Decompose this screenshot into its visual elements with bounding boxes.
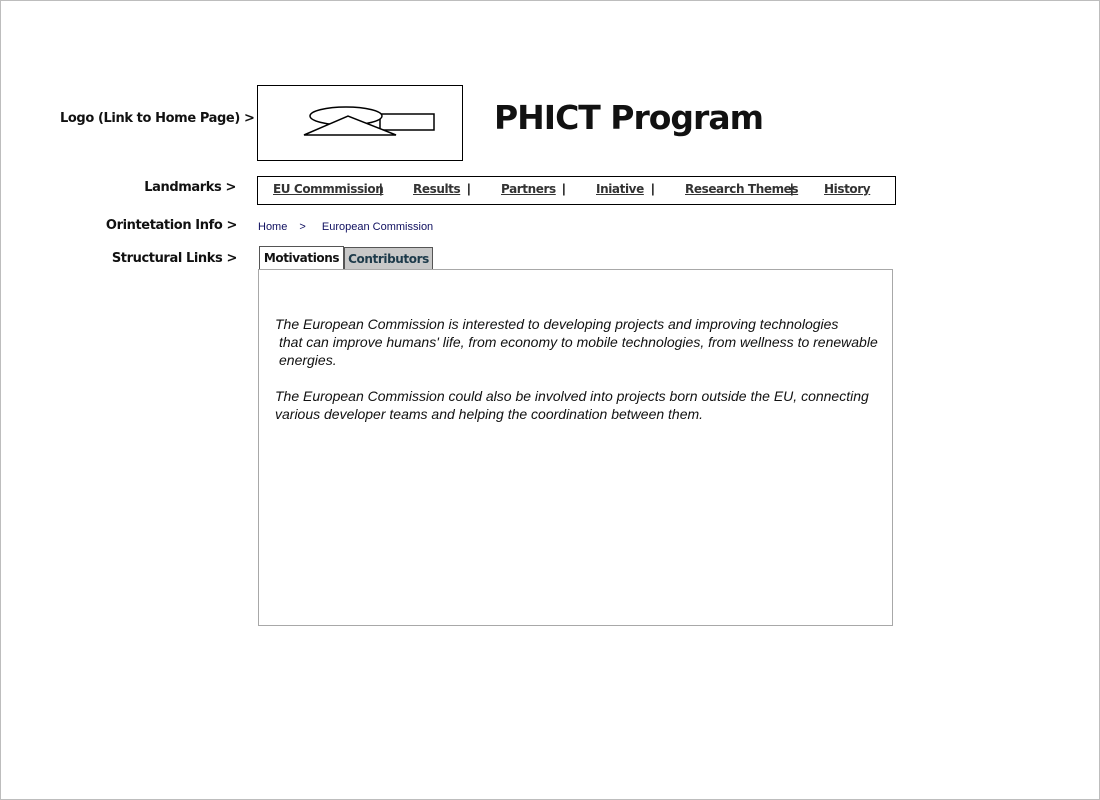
- nav-link-partners[interactable]: Partners: [501, 182, 556, 196]
- nav-link-history[interactable]: History: [824, 182, 871, 196]
- nav-separator: |: [379, 181, 383, 196]
- nav-link-research-themes[interactable]: Research Themes: [685, 182, 799, 196]
- tab-motivations[interactable]: Motivations: [259, 246, 344, 269]
- landmarks-nav: EU Commmission | Results | Partners | In…: [257, 176, 896, 205]
- nav-separator: |: [790, 181, 794, 196]
- nav-separator: |: [562, 181, 566, 196]
- nav-link-results[interactable]: Results: [413, 182, 461, 196]
- nav-link-eu-commission[interactable]: EU Commmission: [273, 182, 384, 196]
- nav-separator: |: [651, 181, 655, 196]
- landmarks-annotation-label: Landmarks >: [144, 180, 236, 195]
- tab-contributors[interactable]: Contributors: [344, 247, 433, 269]
- placeholder-logo-icon: [303, 106, 435, 136]
- nav-separator: |: [467, 181, 471, 196]
- content-line: that can improve humans' life, from econ…: [279, 334, 878, 350]
- content-line: various developer teams and helping the …: [275, 406, 704, 422]
- structural-annotation-label: Structural Links >: [111, 251, 238, 266]
- site-title: PHICT Program: [494, 98, 764, 137]
- content-line: The European Commission is interested to…: [275, 316, 839, 332]
- breadcrumb-home-link[interactable]: Home: [258, 221, 287, 233]
- breadcrumb-separator: >: [299, 221, 306, 233]
- orientation-annotation-label: Orintetation Info >: [105, 218, 237, 233]
- logo-link[interactable]: [257, 85, 463, 161]
- nav-link-initiative[interactable]: Iniative: [596, 182, 644, 196]
- content-line: The European Commission could also be in…: [275, 388, 869, 404]
- tab-content-panel: The European Commission is interested to…: [258, 269, 893, 626]
- breadcrumb: Home > European Commission: [258, 221, 433, 233]
- breadcrumb-current: European Commission: [321, 221, 434, 233]
- content-line: energies.: [279, 352, 337, 368]
- logo-annotation-label: Logo (Link to Home Page) >: [60, 111, 255, 126]
